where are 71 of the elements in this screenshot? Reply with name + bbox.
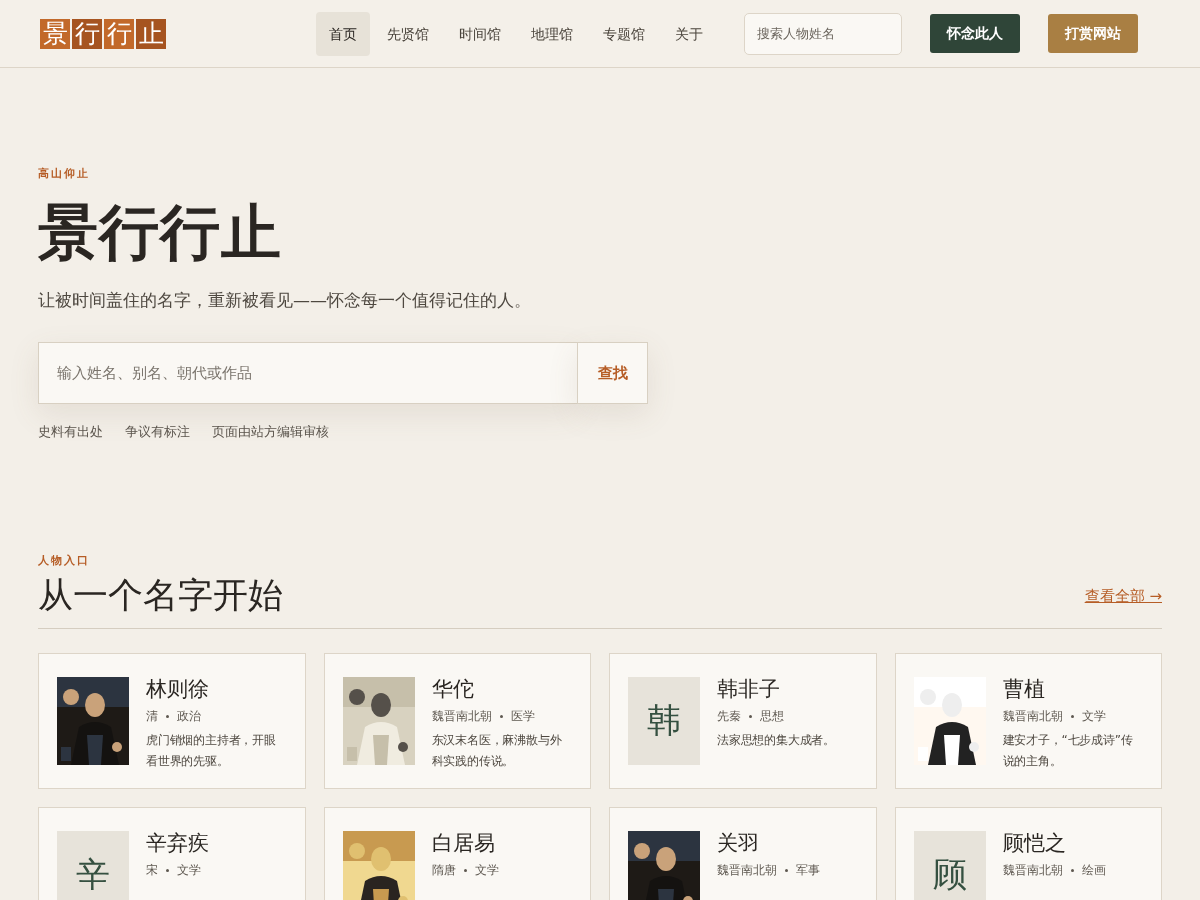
field-label: 政治: [177, 708, 201, 726]
section-title: 从一个名字开始: [38, 574, 283, 616]
note-text: 争议有标注: [125, 423, 190, 441]
field-label: 思想: [760, 708, 784, 726]
logo-character[interactable]: 景: [40, 18, 70, 49]
separator-dot-icon: [1070, 715, 1074, 719]
field-label: 文学: [1081, 708, 1106, 726]
person-name: 韩非子: [717, 677, 781, 703]
person-name: 华佗: [431, 677, 475, 703]
view-all-link[interactable]: 查看全部 →: [1084, 587, 1162, 606]
person-description: 法家思想的集大成者。: [717, 732, 835, 750]
search-field[interactable]: 输入姓名、别名、朝代或作品: [38, 342, 577, 404]
person-name: 顾恺之: [1002, 831, 1067, 857]
nav-tab[interactable]: 专题馆: [590, 11, 658, 56]
person-description: 东汉末名医，麻沸散与外科实践的传说。: [431, 732, 563, 771]
person-description: 建安才子，“七步成诗”传说的主角。: [1002, 732, 1134, 771]
search-field[interactable]: 搜索人物姓名: [744, 12, 902, 55]
hero-title: 景行行止: [38, 199, 283, 265]
nav-tab[interactable]: 首页: [316, 11, 370, 56]
person-card[interactable]: 曹植 魏晋南北朝 文学 建安才子，“七步成诗”传说的主角。: [894, 653, 1162, 789]
initial-character: 顾: [932, 853, 967, 896]
person-name: 林则徐: [146, 677, 210, 703]
logo-character[interactable]: 止: [136, 18, 166, 49]
note-text: 史料有出处: [38, 423, 103, 441]
eyebrow-label: 人物入口: [38, 553, 91, 568]
dynasty-label: 宋: [146, 862, 158, 880]
person-name: 辛弃疾: [146, 831, 209, 857]
field-label: 绘画: [1081, 862, 1106, 880]
initial-character: 辛: [76, 853, 110, 896]
separator-dot-icon: [166, 715, 169, 719]
note-text: 页面由站方编辑审核: [212, 423, 329, 441]
initial-character: 韩: [647, 699, 681, 742]
eyebrow-label: 高山仰止: [38, 166, 91, 181]
separator-dot-icon: [463, 869, 467, 873]
nav-tab[interactable]: 先贤馆: [374, 11, 442, 56]
dynasty-label: 清: [146, 708, 158, 726]
person-card[interactable]: 顾 顾恺之 魏晋南北朝 绘画: [894, 807, 1162, 900]
field-label: 文学: [474, 862, 499, 880]
person-card[interactable]: 韩 韩非子 先秦 思想 法家思想的集大成者。: [609, 653, 877, 789]
field-label: 医学: [510, 708, 535, 726]
header-button[interactable]: 怀念此人: [930, 14, 1020, 53]
person-card[interactable]: 华佗 魏晋南北朝 医学 东汉末名医，麻沸散与外科实践的传说。: [323, 653, 591, 789]
separator-dot-icon: [1070, 869, 1074, 873]
person-description: 虎门销烟的主持者，开眼看世界的先驱。: [146, 732, 277, 771]
dynasty-label: 魏晋南北朝: [431, 708, 492, 726]
hero-subtitle: 让被时间盖住的名字，重新被看见——怀念每一个值得记住的人。: [38, 289, 532, 312]
dynasty-label: 魏晋南北朝: [1002, 862, 1063, 880]
field-label: 军事: [796, 862, 820, 880]
logo-character[interactable]: 行: [104, 18, 134, 49]
dynasty-label: 先秦: [717, 708, 741, 726]
separator-dot-icon: [749, 715, 752, 719]
person-name: 关羽: [717, 831, 760, 857]
nav-tab[interactable]: 地理馆: [518, 11, 586, 56]
search-button[interactable]: 查找: [577, 342, 648, 404]
person-card[interactable]: 关羽 魏晋南北朝 军事: [609, 807, 877, 900]
dynasty-label: 隋唐: [431, 862, 456, 880]
field-label: 文学: [177, 862, 201, 880]
separator-dot-icon: [785, 869, 788, 873]
person-card[interactable]: 林则徐 清 政治 虎门销烟的主持者，开眼看世界的先驱。: [38, 653, 306, 789]
person-card[interactable]: 辛 辛弃疾 宋 文学: [38, 807, 306, 900]
nav-tab[interactable]: 时间馆: [446, 11, 514, 56]
separator-dot-icon: [499, 715, 503, 719]
dynasty-label: 魏晋南北朝: [1002, 708, 1063, 726]
header-button[interactable]: 打赏网站: [1048, 14, 1138, 53]
logo-character[interactable]: 行: [72, 18, 102, 49]
person-name: 曹植: [1002, 677, 1046, 703]
separator-dot-icon: [166, 869, 169, 873]
person-name: 白居易: [431, 831, 496, 857]
nav-tab[interactable]: 关于: [662, 11, 716, 56]
dynasty-label: 魏晋南北朝: [717, 862, 777, 880]
person-card[interactable]: 白居易 隋唐 文学: [323, 807, 591, 900]
